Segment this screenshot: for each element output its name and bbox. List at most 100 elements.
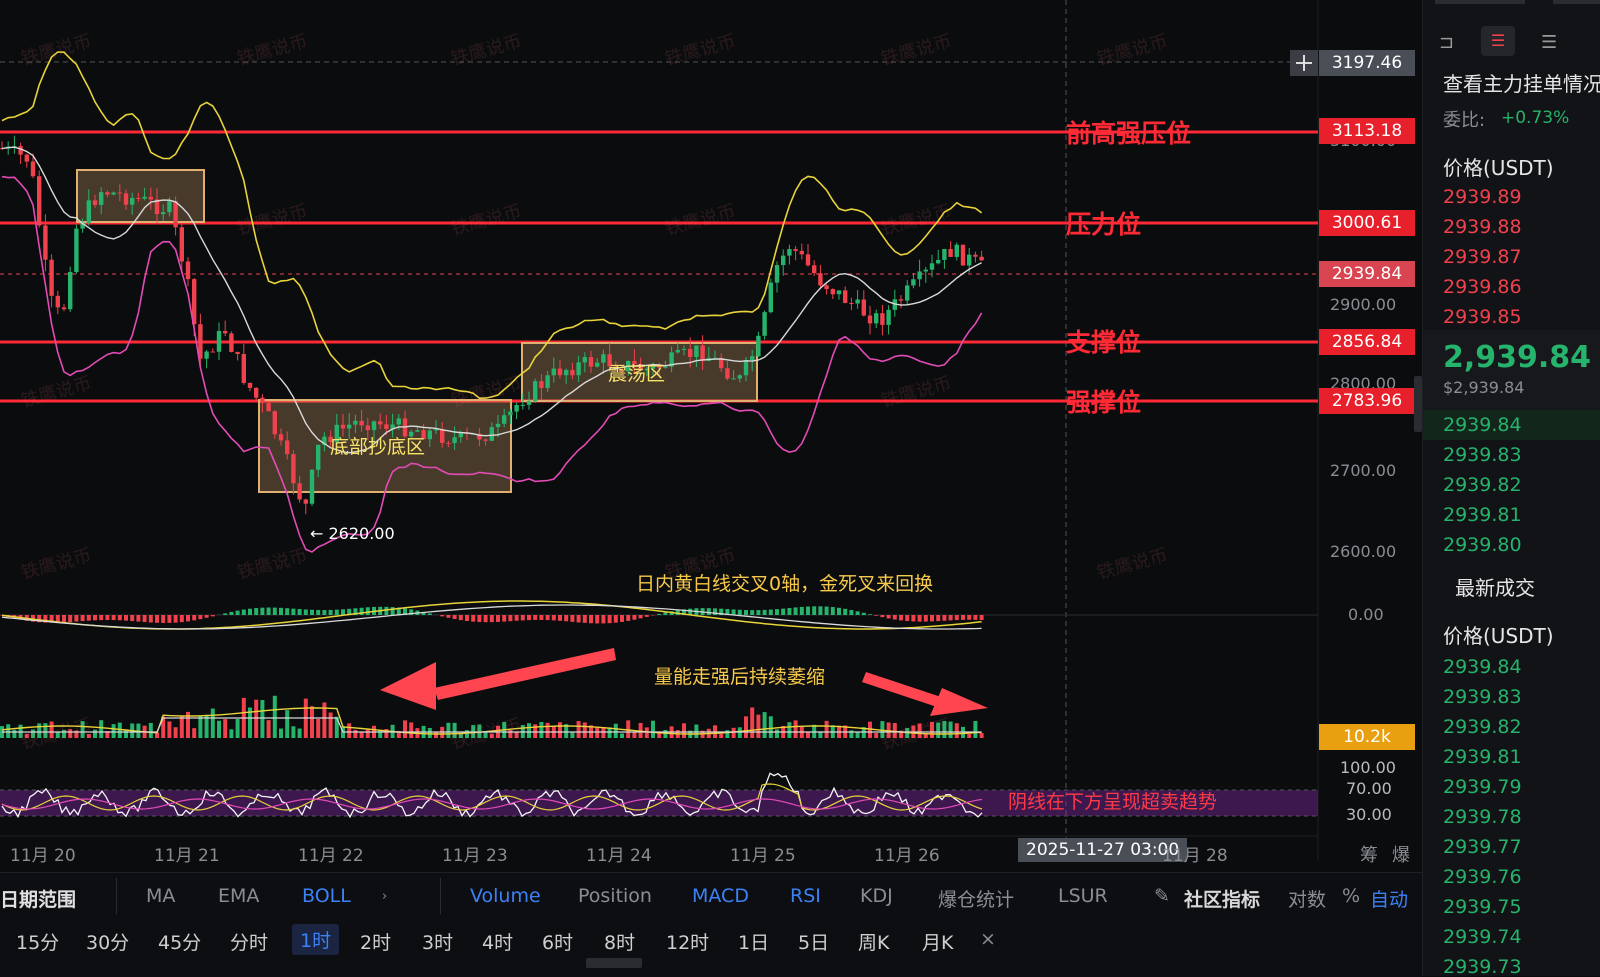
- macd-bar: [930, 615, 934, 621]
- indicator-volume[interactable]: Volume: [470, 885, 541, 907]
- indicator-macd[interactable]: MACD: [692, 885, 749, 907]
- indicator-position[interactable]: Position: [578, 885, 652, 907]
- bid-price[interactable]: 2939.81: [1443, 504, 1522, 526]
- volume-annotation: 量能走强后持续萎缩: [654, 662, 825, 689]
- candle-body: [285, 440, 289, 454]
- macd-bar: [899, 615, 903, 620]
- community-indicators[interactable]: 社区指标: [1184, 885, 1260, 912]
- bid-price[interactable]: 2939.82: [1443, 474, 1522, 496]
- timeframe-3h[interactable]: 3时: [422, 928, 453, 955]
- candle-body: [868, 316, 872, 324]
- macd-bar: [812, 606, 816, 615]
- timeframe-1d[interactable]: 1日: [738, 928, 769, 955]
- bid-price[interactable]: 2939.80: [1443, 534, 1522, 556]
- date-label: 11月 26: [874, 841, 940, 866]
- candle-body: [25, 155, 29, 162]
- auto-scale-toggle[interactable]: 自动: [1370, 885, 1408, 912]
- ask-price[interactable]: 2939.85: [1443, 306, 1522, 328]
- log-scale-toggle[interactable]: 对数: [1288, 885, 1326, 912]
- collapse-handle[interactable]: [586, 958, 642, 968]
- candle-body: [248, 383, 252, 388]
- volume-bar: [856, 732, 860, 738]
- macd-bar: [800, 607, 804, 615]
- timeframe-line[interactable]: 分时: [230, 928, 268, 955]
- indicator-lsur[interactable]: LSUR: [1058, 885, 1108, 907]
- layout-asks-icon[interactable]: ☰: [1481, 26, 1515, 56]
- volume-bar: [806, 732, 810, 738]
- ask-price[interactable]: 2939.86: [1443, 276, 1522, 298]
- macd-bar: [99, 615, 103, 620]
- side-panel-handle[interactable]: [1414, 376, 1422, 432]
- timeframe-5d[interactable]: 5日: [798, 928, 829, 955]
- ask-price[interactable]: 2939.89: [1443, 186, 1522, 208]
- price-chart[interactable]: [0, 0, 1422, 872]
- timeframe-8h[interactable]: 8时: [604, 928, 635, 955]
- indicator-ema[interactable]: EMA: [218, 885, 259, 907]
- candle-body: [229, 333, 233, 352]
- chip-distribution-icon[interactable]: 筹: [1360, 841, 1378, 867]
- layout-bids-icon[interactable]: ☰: [1541, 32, 1557, 53]
- macd-bar: [657, 614, 661, 615]
- level-label-resistance: 压力位: [1066, 205, 1141, 241]
- candle-body: [341, 425, 345, 429]
- macd-bar: [471, 615, 475, 622]
- timeframe-6h[interactable]: 6时: [542, 928, 573, 955]
- timeframe-month[interactable]: 月K: [922, 928, 953, 955]
- liquidation-icon[interactable]: 爆: [1392, 841, 1410, 867]
- candle-body: [793, 249, 797, 251]
- date-range-button[interactable]: 日期范围: [0, 885, 76, 912]
- macd-annotation: 日内黄白线交叉0轴，金死叉来回换: [636, 569, 933, 596]
- candle-body: [700, 345, 704, 360]
- timeframe-1h[interactable]: 1时: [292, 924, 339, 955]
- timeframe-30m[interactable]: 30分: [86, 928, 129, 955]
- macd-bar: [732, 609, 736, 615]
- candle-body: [744, 360, 748, 375]
- trade-price: 2939.77: [1443, 836, 1522, 858]
- edit-icon[interactable]: ✎: [1154, 885, 1170, 907]
- indicator-boll[interactable]: BOLL: [302, 885, 351, 907]
- candle-body: [316, 445, 320, 470]
- bid-price[interactable]: 2939.84: [1443, 414, 1522, 436]
- indicator-liquidation[interactable]: 爆仓统计: [938, 885, 1014, 912]
- volume-bar: [310, 706, 314, 738]
- indicator-rsi[interactable]: RSI: [790, 885, 821, 907]
- indicator-ma[interactable]: MA: [146, 885, 175, 907]
- macd-bar: [291, 609, 295, 615]
- timeframe-week[interactable]: 周K: [858, 928, 889, 955]
- macd-bar: [459, 615, 463, 620]
- macd-bar: [980, 615, 984, 620]
- timeframe-4h[interactable]: 4时: [482, 928, 513, 955]
- candle-body: [235, 352, 239, 354]
- close-icon[interactable]: ×: [980, 928, 996, 950]
- chevron-right-icon[interactable]: ›: [382, 889, 387, 904]
- ask-price[interactable]: 2939.87: [1443, 246, 1522, 268]
- volume-bar: [223, 719, 227, 738]
- macd-bar: [806, 607, 810, 615]
- bid-price[interactable]: 2939.83: [1443, 444, 1522, 466]
- macd-bar: [329, 610, 333, 615]
- orderbook-title[interactable]: 查看主力挂单情况: [1443, 68, 1600, 97]
- layout-both-icon[interactable]: ⊐: [1439, 32, 1454, 53]
- chart-area[interactable]: 铁鹰说币 铁鹰说币 铁鹰说币 铁鹰说币 铁鹰说币 铁鹰说币 铁鹰说币 铁鹰说币 …: [0, 0, 1422, 976]
- indicator-kdj[interactable]: KDJ: [860, 885, 893, 907]
- timeframe-12h[interactable]: 12时: [666, 928, 709, 955]
- macd-bar: [843, 609, 847, 615]
- timeframe-2h[interactable]: 2时: [360, 928, 391, 955]
- macd-bar: [868, 614, 872, 615]
- candle-body: [186, 261, 190, 279]
- macd-bar: [322, 610, 326, 615]
- low-marker: ← 2620.00: [310, 524, 395, 543]
- macd-bar: [961, 615, 965, 620]
- trade-price: 2939.74: [1443, 926, 1522, 948]
- timeframe-45m[interactable]: 45分: [158, 928, 201, 955]
- candle-body: [254, 388, 258, 398]
- percent-scale-toggle[interactable]: %: [1342, 885, 1360, 907]
- ask-price[interactable]: 2939.88: [1443, 216, 1522, 238]
- timeframe-15m[interactable]: 15分: [16, 928, 59, 955]
- tab-latest-trades[interactable]: 最新成交: [1455, 572, 1535, 601]
- macd-bar: [781, 609, 785, 615]
- candle-body: [93, 200, 97, 205]
- macd-bar: [316, 610, 320, 615]
- macd-bar: [93, 615, 97, 620]
- candle-body: [924, 270, 928, 272]
